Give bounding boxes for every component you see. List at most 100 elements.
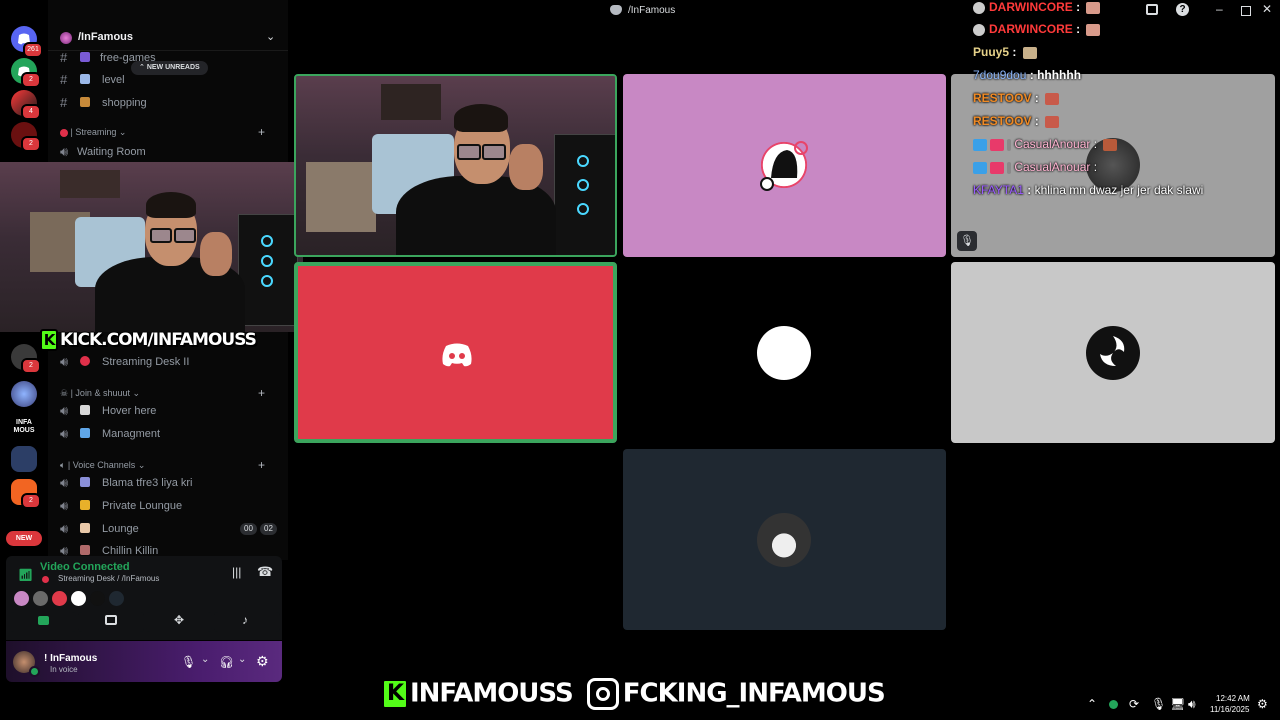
channel-label: Private Loungue — [102, 500, 183, 512]
channel-emoji-icon — [80, 356, 90, 366]
screen-share-button[interactable] — [78, 612, 144, 632]
clock-date[interactable]: 11/16/2025 — [1210, 705, 1249, 714]
channel-lounge[interactable]: 🔊︎ Lounge 00 02 — [56, 519, 282, 539]
chevron-down-icon: ⌄ — [118, 127, 127, 137]
help-icon[interactable]: ? — [1176, 3, 1189, 16]
participant-avatar[interactable] — [90, 591, 105, 606]
clock-time[interactable]: 12:42 AM — [1216, 694, 1250, 703]
shelf-items — [60, 170, 120, 198]
noise-suppression-icon[interactable]: ||| — [232, 565, 241, 579]
video-tile-discord[interactable] — [294, 262, 617, 443]
emote-icon — [1045, 92, 1060, 105]
streamer-hand — [200, 232, 232, 276]
activities-button[interactable]: ✥ — [146, 612, 212, 632]
server-icon-5[interactable] — [11, 381, 37, 407]
badge-icon — [1007, 138, 1011, 151]
category-join[interactable]: ☠ | Join & shuuut ⌄ + — [60, 386, 265, 400]
notifications-icon[interactable]: ⚙ — [1257, 697, 1268, 711]
voice-location[interactable]: Streaming Desk / /InFamous — [58, 574, 159, 583]
add-channel-icon[interactable]: + — [258, 386, 265, 400]
channel-shopping[interactable]: # shopping — [56, 93, 282, 113]
participant-avatar[interactable] — [14, 591, 29, 606]
mention-badge: 261 — [23, 42, 43, 58]
add-channel-icon[interactable]: + — [258, 125, 265, 139]
fan-light — [261, 235, 273, 247]
participant-avatar[interactable] — [52, 591, 67, 606]
badge-icon — [1007, 161, 1011, 174]
status-green-icon[interactable] — [1109, 700, 1118, 709]
kick-url: KICK.COM/INFAMOUSS — [60, 330, 257, 350]
participant-avatar[interactable] — [109, 591, 124, 606]
channel-label: level — [102, 74, 125, 86]
minimize-icon[interactable]: – — [1216, 2, 1223, 16]
signal-icon[interactable]: 📶︎ — [18, 568, 33, 582]
channel-label: Hover here — [102, 405, 157, 417]
maximize-icon[interactable] — [1241, 6, 1251, 16]
disconnect-icon[interactable]: ☎︎ — [257, 564, 273, 580]
streamer-hair — [146, 192, 196, 218]
chat-username: RESTOOV — [973, 91, 1032, 105]
badge-icon — [990, 138, 1004, 151]
channel-emoji-icon — [80, 523, 90, 533]
chevron-down-icon[interactable]: ⌄ — [201, 654, 209, 665]
participant-avatar[interactable] — [33, 591, 48, 606]
video-tile-black[interactable] — [623, 262, 946, 443]
home-discord-icon[interactable]: 261 — [11, 26, 43, 58]
channel-blama[interactable]: 🔊︎ Blama tfre3 liya kri — [56, 473, 282, 493]
chat-message: 7dou9dou : hhhhhh — [973, 68, 1082, 82]
participant-avatar[interactable] — [71, 591, 86, 606]
server-icon-7[interactable] — [11, 446, 37, 472]
hash-icon: # — [60, 72, 68, 87]
server-icon-infamous[interactable]: INFA MOUS — [8, 413, 40, 439]
server-icon-2[interactable]: 4 — [11, 90, 41, 120]
banner-instagram-handle: FCKING_INFAMOUS — [622, 678, 886, 709]
new-servers-pill[interactable]: NEW — [6, 531, 42, 546]
channel-hover-here[interactable]: 🔊︎ Hover here — [56, 401, 282, 421]
username[interactable]: ! InFamous — [44, 653, 97, 664]
settings-gear-icon[interactable]: ⚙ — [256, 653, 269, 670]
app-tray-icon[interactable]: ⟳ — [1129, 697, 1139, 711]
video-button[interactable] — [10, 612, 76, 632]
chevron-up-icon[interactable]: ⌃ — [1087, 697, 1097, 711]
channel-private-loungue[interactable]: 🔊︎ Private Loungue — [56, 496, 282, 516]
server-icon-1[interactable]: 2 — [11, 58, 41, 88]
channel-emoji-icon — [80, 405, 90, 415]
video-tile-pink[interactable] — [623, 74, 946, 257]
channel-level[interactable]: # level — [56, 70, 282, 90]
microphone-icon[interactable]: 🎙︎ — [181, 655, 196, 669]
network-icon[interactable]: 🖥︎ — [1170, 697, 1185, 711]
chat-avatar-icon — [973, 1, 985, 14]
chat-username: CasualAnouar — [1014, 160, 1091, 174]
streamer-hair — [454, 104, 508, 132]
glasses — [174, 228, 196, 243]
chevron-down-icon[interactable]: ⌄ — [266, 30, 275, 43]
server-icon-4[interactable]: 2 — [11, 344, 41, 374]
channel-managment[interactable]: 🔊︎ Managment — [56, 424, 282, 444]
glasses — [482, 144, 506, 160]
video-tile-streamer[interactable] — [294, 74, 617, 257]
shelf — [306, 162, 376, 232]
banner-kick-handle: INFAMOUSS — [410, 678, 574, 709]
microphone-tray-icon[interactable]: 🎙︎ — [1151, 697, 1166, 711]
chat-username: RESTOOV — [973, 114, 1032, 128]
video-tile-light-gray[interactable] — [951, 262, 1275, 443]
inbox-icon[interactable] — [1146, 4, 1158, 15]
channel-emoji-icon — [80, 477, 90, 487]
chat-username: Puuy5 — [973, 45, 1010, 59]
chevron-down-icon[interactable]: ⌄ — [238, 654, 246, 665]
channel-waiting-room[interactable]: 🔊︎ Waiting Room — [56, 142, 282, 162]
speaker-icon: 🔊︎ — [60, 521, 69, 536]
server-icon-8[interactable]: 2 — [11, 479, 41, 509]
category-streaming[interactable]: | Streaming ⌄ + — [60, 125, 265, 139]
category-voice[interactable]: 🔈︎ | Voice Channels ⌄ + — [60, 458, 265, 472]
channel-streaming-desk-2[interactable]: 🔊︎ Streaming Desk II — [56, 352, 282, 372]
soundboard-button[interactable]: ♪ — [214, 612, 280, 632]
add-channel-icon[interactable]: + — [258, 458, 265, 472]
video-tile-slate[interactable] — [623, 449, 946, 630]
channel-emoji-icon — [80, 74, 90, 84]
close-icon[interactable]: ✕ — [1262, 2, 1272, 16]
headphones-icon[interactable]: 🎧︎ — [219, 655, 234, 669]
volume-icon[interactable]: 🔊︎ — [1188, 697, 1196, 712]
server-icon-3[interactable]: 2 — [11, 122, 41, 152]
voice-status[interactable]: Video Connected — [40, 561, 130, 573]
